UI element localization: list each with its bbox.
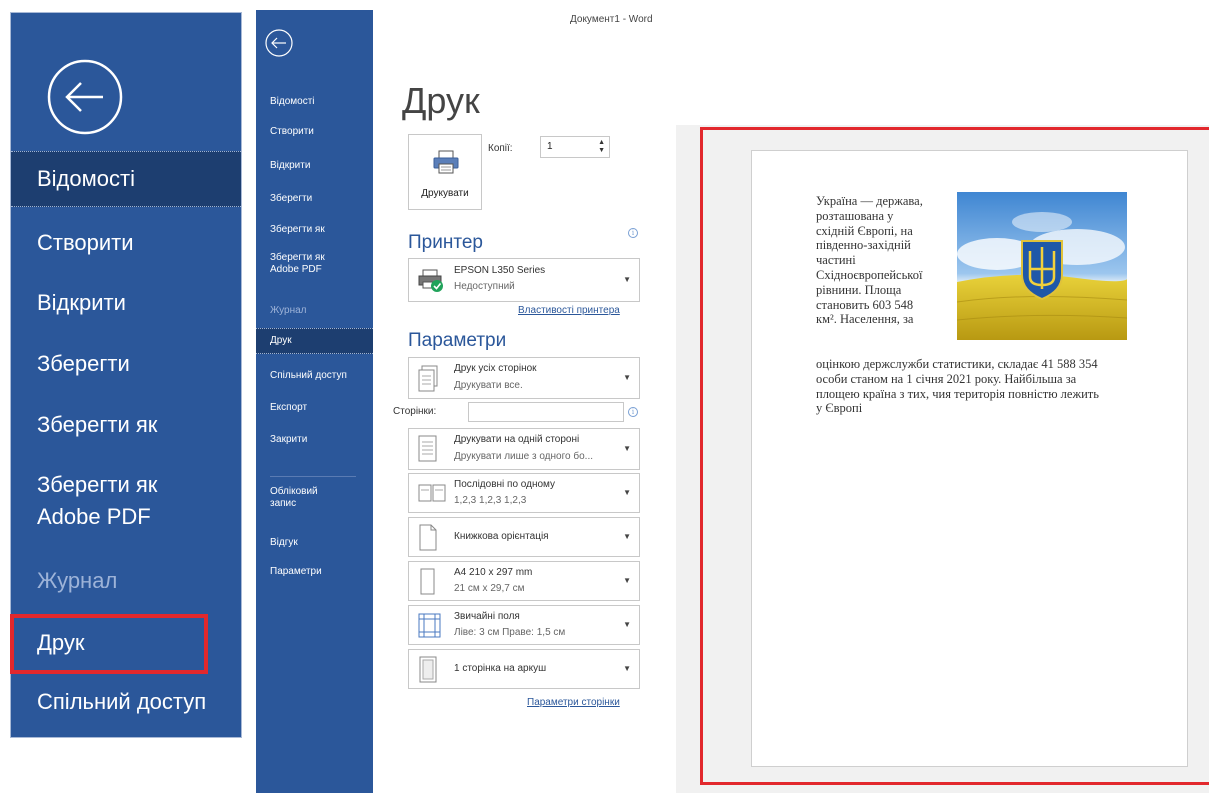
nav-item-save[interactable]: Зберегти: [256, 193, 373, 205]
print-button-label: Друкувати: [421, 188, 469, 199]
paper-size-icon: [420, 568, 435, 595]
page-setup-link[interactable]: Параметри сторінки: [527, 697, 620, 708]
sides-dropdown[interactable]: Друкувати на одній стороні Друкувати лиш…: [408, 428, 640, 470]
printer-dropdown[interactable]: EPSON L350 Series Недоступний ▼: [408, 258, 640, 302]
chevron-down-icon: ▼: [623, 576, 631, 585]
nav-item-save-as[interactable]: Зберегти як: [256, 224, 373, 236]
nav-item-account[interactable]: Обліковий запис: [256, 486, 373, 510]
info-icon[interactable]: i: [628, 407, 638, 417]
chevron-down-icon: ▼: [623, 275, 631, 284]
nav-item-new[interactable]: Створити: [256, 126, 373, 138]
nav-item-share[interactable]: Спільний доступ: [256, 370, 373, 382]
zoom-item-history: Журнал: [37, 568, 118, 593]
printer-name: EPSON L350 Series: [454, 265, 546, 276]
margins-sub: Ліве: 3 см Праве: 1,5 см: [454, 627, 566, 638]
orientation-label: Книжкова орієнтація: [454, 531, 549, 542]
backstage-nav: Відомості Створити Відкрити Зберегти Збе…: [256, 10, 373, 793]
spin-arrows-icon[interactable]: ▲ ▼: [598, 139, 605, 155]
nav-item-feedback[interactable]: Відгук: [256, 537, 373, 549]
paper-size-dropdown[interactable]: A4 210 x 297 mm 21 см x 29,7 см ▼: [408, 561, 640, 601]
print-range-label: Друк усіх сторінок: [454, 363, 537, 374]
window-title: Документ1 - Word: [570, 14, 653, 25]
paper-size-sub: 21 см x 29,7 см: [454, 583, 525, 594]
portrait-page-icon: [419, 524, 437, 551]
zoom-item-save[interactable]: Зберегти: [11, 349, 241, 379]
pages-stack-icon: [418, 365, 438, 392]
copies-label: Копії:: [488, 143, 513, 154]
pages-input[interactable]: [468, 402, 624, 422]
margins-label: Звичайні поля: [454, 611, 520, 622]
collation-label: Послідовні по одному: [454, 479, 556, 490]
print-button[interactable]: Друкувати: [408, 134, 482, 210]
printer-heading: Принтер: [408, 232, 483, 253]
zoom-item-share[interactable]: Спільний доступ: [11, 687, 241, 717]
collation-dropdown[interactable]: Послідовні по одному 1,2,3 1,2,3 1,2,3 ▼: [408, 473, 640, 513]
printer-status: Недоступний: [454, 281, 515, 292]
sides-label: Друкувати на одній стороні: [454, 434, 580, 445]
nav-item-open[interactable]: Відкрити: [256, 160, 373, 172]
pages-per-sheet-dropdown[interactable]: 1 сторінка на аркуш ▼: [408, 649, 640, 689]
print-range-dropdown[interactable]: Друк усіх сторінок Друкувати все. ▼: [408, 357, 640, 399]
chevron-down-icon: ▼: [623, 444, 631, 453]
nav-item-close[interactable]: Закрити: [256, 434, 373, 446]
one-sided-page-icon: [418, 435, 437, 462]
copies-value: 1: [547, 141, 553, 152]
zoom-item-open[interactable]: Відкрити: [11, 288, 241, 318]
nav-item-info[interactable]: Відомості: [256, 96, 373, 108]
info-icon[interactable]: i: [628, 228, 638, 238]
back-arrow-icon[interactable]: [264, 28, 294, 58]
margins-dropdown[interactable]: Звичайні поля Ліве: 3 см Праве: 1,5 см ▼: [408, 605, 640, 645]
printer-ready-icon: [418, 269, 443, 292]
nav-item-history: Журнал: [270, 305, 307, 316]
chevron-down-icon: ▼: [623, 488, 631, 497]
collation-sub: 1,2,3 1,2,3 1,2,3: [454, 495, 527, 506]
chevron-down-icon: ▼: [623, 532, 631, 541]
nav-item-options[interactable]: Параметри: [256, 566, 373, 578]
chevron-down-icon: ▼: [623, 373, 631, 382]
collated-pages-icon: [418, 484, 446, 502]
nav-separator: [270, 476, 356, 477]
chevron-down-icon: ▼: [623, 620, 631, 629]
pages-label: Сторінки:: [393, 406, 437, 417]
nav-item-print[interactable]: Друк: [256, 328, 373, 354]
sides-sub: Друкувати лише з одного бо...: [454, 451, 593, 462]
page-per-sheet-icon: [419, 656, 437, 683]
orientation-dropdown[interactable]: Книжкова орієнтація ▼: [408, 517, 640, 557]
copies-stepper[interactable]: 1 ▲ ▼: [540, 136, 610, 158]
chevron-down-icon: ▼: [623, 664, 631, 673]
printer-properties-link[interactable]: Властивості принтера: [518, 305, 620, 316]
nav-item-export[interactable]: Експорт: [256, 402, 373, 414]
pages-per-sheet-label: 1 сторінка на аркуш: [454, 663, 547, 674]
printer-icon: [433, 150, 459, 174]
paper-size-label: A4 210 x 297 mm: [454, 567, 533, 578]
zoom-item-save-as-pdf[interactable]: Зберегти як Adobe PDF: [11, 469, 241, 533]
zoom-item-new[interactable]: Створити: [11, 228, 241, 258]
settings-heading: Параметри: [408, 330, 507, 351]
margins-icon: [418, 613, 441, 638]
page-title: Друк: [402, 80, 480, 121]
print-highlight-box: [10, 614, 208, 674]
back-arrow-icon[interactable]: [45, 57, 125, 137]
nav-item-save-as-pdf[interactable]: Зберегти як Adobe PDF: [256, 252, 373, 276]
zoom-item-info[interactable]: Відомості: [11, 151, 241, 207]
zoom-item-save-as[interactable]: Зберегти як: [11, 410, 241, 440]
preview-highlight-frame: [700, 127, 1209, 785]
print-range-sub: Друкувати все.: [454, 380, 523, 391]
